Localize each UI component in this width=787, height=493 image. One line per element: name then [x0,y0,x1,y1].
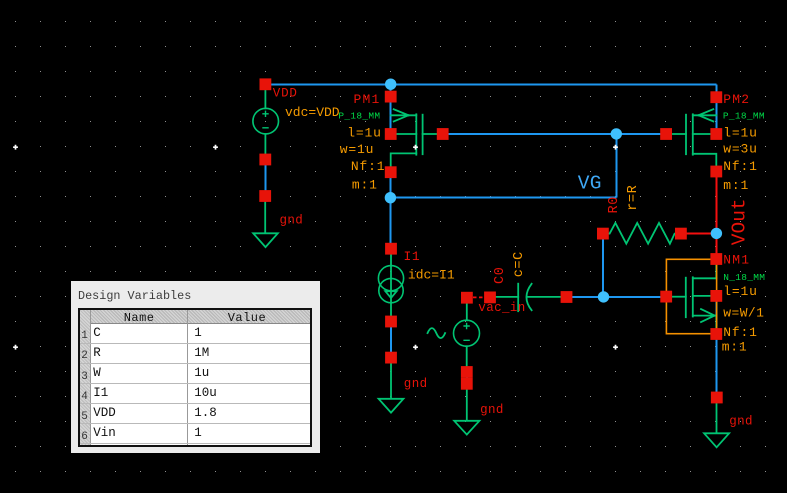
svg-text:VDD: VDD [273,86,298,100]
svg-text:C0: C0 [493,267,508,284]
svg-text:P_18_MM: P_18_MM [338,110,380,121]
svg-text:VOut: VOut [728,198,750,245]
svg-text:w=3u: w=3u [723,142,757,157]
svg-text:r=R: r=R [626,185,641,211]
svg-text:Nf:1: Nf:1 [723,325,757,340]
svg-text:w=1u: w=1u [340,142,374,157]
svg-text:gnd: gnd [480,403,504,417]
svg-text:R0: R0 [607,196,622,213]
svg-text:Nf:1: Nf:1 [723,159,757,174]
svg-text:PM2: PM2 [723,92,750,107]
svg-text:vdc=VDD: vdc=VDD [285,105,340,120]
svg-text:l=1u: l=1u [347,126,381,141]
svg-text:l=1u: l=1u [723,284,757,299]
svg-text:NM1: NM1 [723,252,750,267]
svg-text:Nf:1: Nf:1 [351,159,385,174]
svg-text:gnd: gnd [404,377,428,391]
svg-text:P_18_MM: P_18_MM [723,110,765,121]
svg-text:l=1u: l=1u [723,126,757,141]
svg-text:N_18_MM: N_18_MM [723,272,765,283]
svg-text:w=W/1: w=W/1 [723,306,764,321]
svg-text:m:1: m:1 [723,178,749,193]
svg-text:vac_in: vac_in [478,301,525,315]
svg-text:gnd: gnd [729,415,753,429]
svg-text:gnd: gnd [280,214,304,228]
svg-text:idc=I1: idc=I1 [408,268,455,283]
svg-text:I1: I1 [404,249,421,264]
svg-text:PM1: PM1 [354,92,381,107]
svg-text:m:1: m:1 [722,339,748,354]
svg-text:VG: VG [578,172,602,194]
svg-text:c=C: c=C [512,251,527,277]
svg-text:m:1: m:1 [352,177,378,192]
